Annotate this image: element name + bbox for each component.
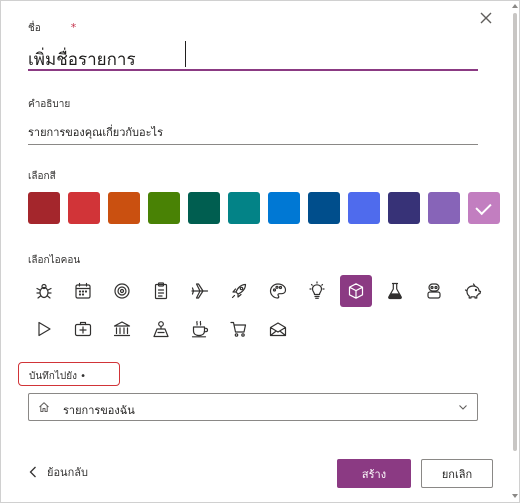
airplane-icon	[191, 283, 209, 299]
color-swatch[interactable]	[428, 192, 460, 224]
color-swatch[interactable]	[28, 192, 60, 224]
bank-icon	[113, 321, 131, 337]
back-button[interactable]: ย้อนกลับ	[28, 463, 88, 481]
back-label: ย้อนกลับ	[47, 466, 88, 479]
icon-grid	[28, 275, 498, 345]
flask-icon	[388, 282, 402, 300]
color-swatch[interactable]	[348, 192, 380, 224]
chevron-down-icon	[459, 405, 467, 410]
palette-icon	[269, 283, 287, 299]
rocket-icon	[231, 283, 247, 299]
icon-picker-label: เลือกไอคอน	[28, 255, 81, 266]
icon-option[interactable]	[457, 275, 489, 307]
create-button[interactable]: สร้าง	[337, 459, 411, 488]
icon-option[interactable]	[67, 313, 99, 345]
color-picker-label: เลือกสี	[28, 171, 56, 182]
mail-icon	[269, 322, 287, 337]
home-icon	[39, 402, 49, 412]
scroll-down-arrow[interactable]	[512, 494, 518, 498]
name-label-text: ชื่อ	[28, 23, 41, 34]
description-underline	[28, 144, 478, 145]
icon-option[interactable]	[340, 275, 372, 307]
calendar-icon	[75, 282, 91, 299]
description-input[interactable]: รายการของคุณเกี่ยวกับอะไร	[28, 123, 163, 141]
close-icon[interactable]	[477, 9, 495, 27]
color-swatch[interactable]	[468, 192, 500, 224]
clipboard-icon	[154, 282, 168, 300]
scroll-up-arrow[interactable]	[512, 4, 518, 8]
coffee-cup-icon	[191, 320, 209, 338]
icon-option[interactable]	[145, 275, 177, 307]
icon-option[interactable]	[28, 313, 60, 345]
chevron-left-icon	[29, 466, 36, 478]
cancel-button[interactable]: ยกเลิก	[421, 459, 493, 488]
save-to-selected: รายการของฉัน	[63, 404, 135, 417]
color-swatch[interactable]	[188, 192, 220, 224]
icon-option[interactable]	[301, 275, 333, 307]
bug-icon	[36, 283, 52, 299]
create-list-dialog: ชื่อ * เพิ่มชื่อรายการ คำอธิบาย รายการของ…	[0, 0, 520, 503]
icon-option[interactable]	[106, 275, 138, 307]
lightbulb-icon	[309, 281, 325, 299]
color-swatches	[28, 192, 500, 224]
map-pin-icon	[153, 321, 169, 338]
piggy-bank-icon	[464, 283, 482, 299]
save-to-label: บันทึกไปยัง •	[18, 362, 120, 386]
icon-option[interactable]	[145, 313, 177, 345]
shopping-cart-icon	[230, 321, 247, 337]
description-label: คำอธิบาย	[28, 99, 71, 110]
icon-option[interactable]	[223, 313, 255, 345]
robot-icon	[427, 283, 441, 299]
icon-option[interactable]	[223, 275, 255, 307]
name-field-label: ชื่อ *	[28, 21, 76, 36]
icon-option[interactable]	[262, 275, 294, 307]
icon-option[interactable]	[184, 313, 216, 345]
first-aid-icon	[74, 321, 92, 337]
name-input[interactable]: เพิ่มชื่อรายการ	[28, 41, 478, 71]
required-mark: *	[70, 21, 77, 34]
target-icon	[114, 283, 130, 299]
icon-option[interactable]	[106, 313, 138, 345]
color-swatch[interactable]	[268, 192, 300, 224]
color-swatch[interactable]	[148, 192, 180, 224]
color-swatch[interactable]	[108, 192, 140, 224]
cube-icon	[348, 283, 364, 299]
color-swatch[interactable]	[388, 192, 420, 224]
save-to-dropdown[interactable]: รายการของฉัน	[28, 393, 478, 421]
color-swatch[interactable]	[68, 192, 100, 224]
icon-option[interactable]	[28, 275, 60, 307]
icon-option[interactable]	[262, 313, 294, 345]
icon-option[interactable]	[418, 275, 450, 307]
icon-option[interactable]	[67, 275, 99, 307]
color-swatch[interactable]	[228, 192, 260, 224]
play-icon	[38, 321, 51, 337]
scrollbar-thumb[interactable]	[513, 13, 517, 451]
name-input-value: เพิ่มชื่อรายการ	[28, 50, 136, 70]
icon-option[interactable]	[184, 275, 216, 307]
icon-option[interactable]	[379, 275, 411, 307]
text-caret	[185, 41, 186, 67]
color-swatch[interactable]	[308, 192, 340, 224]
